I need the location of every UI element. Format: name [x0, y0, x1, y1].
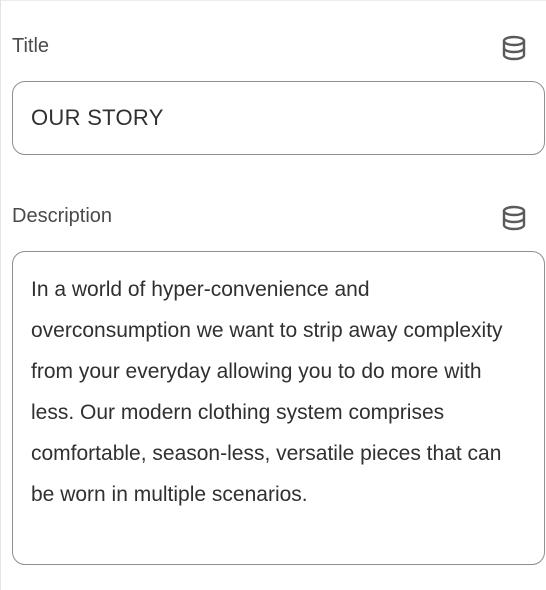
panel-top-divider	[1, 0, 546, 1]
description-textarea[interactable]: In a world of hyper-convenience and over…	[12, 251, 545, 565]
title-label: Title	[12, 35, 50, 57]
database-icon[interactable]	[499, 203, 529, 233]
settings-panel: Title OUR STORY Description In a world o…	[0, 0, 546, 590]
title-input[interactable]: OUR STORY	[12, 81, 545, 155]
description-label: Description	[12, 205, 113, 227]
database-icon[interactable]	[499, 33, 529, 63]
